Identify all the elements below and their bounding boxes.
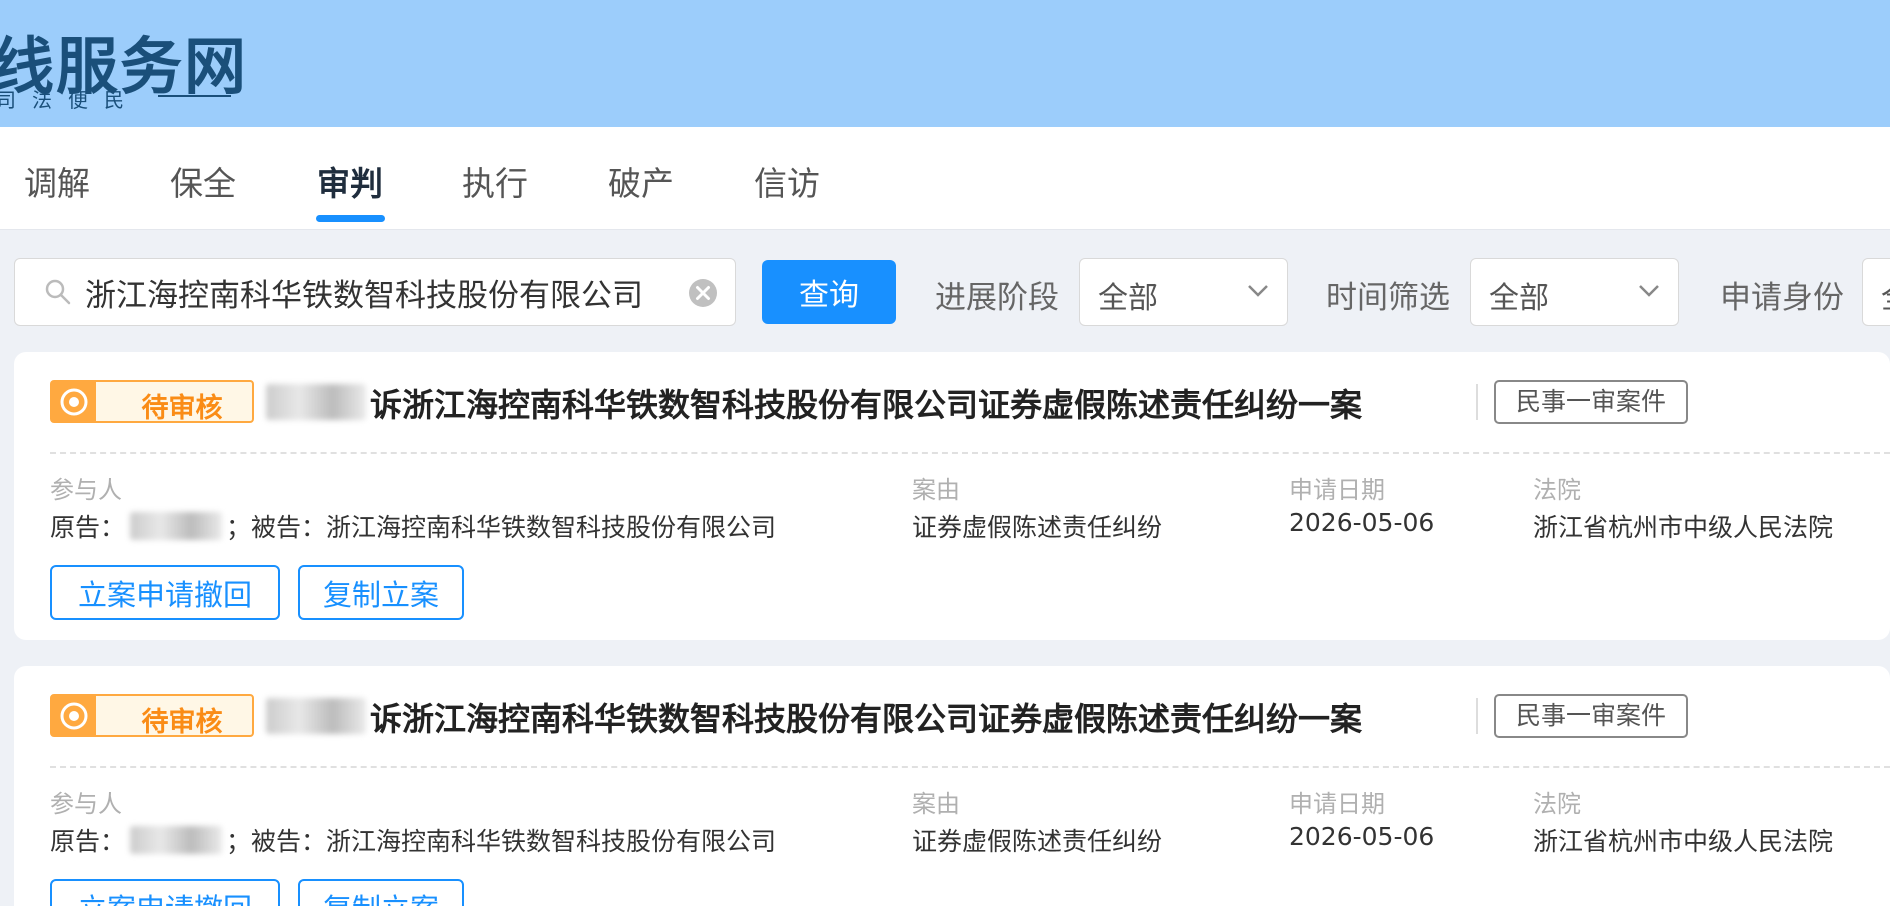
clear-icon[interactable] bbox=[687, 277, 719, 309]
filter-bar: 查询 进展阶段 全部 时间筛选 全部 申请身份 全 bbox=[0, 230, 1890, 340]
tab-preservation[interactable]: 保全 bbox=[170, 157, 236, 205]
logo-divider bbox=[158, 95, 231, 97]
search-input[interactable] bbox=[85, 267, 675, 317]
case-type-tag: 民事一审案件 bbox=[1494, 380, 1688, 424]
tab-mediation[interactable]: 调解 bbox=[24, 157, 90, 205]
date-value: 2026-05-06 bbox=[1289, 508, 1435, 537]
site-header: 线服务网 司法便民 bbox=[0, 0, 1890, 127]
copy-filing-button[interactable]: 复制立案 bbox=[298, 565, 464, 620]
participants-label: 参与人 bbox=[50, 790, 122, 818]
status-icon bbox=[52, 382, 96, 421]
time-filter-select-value: 全部 bbox=[1489, 281, 1549, 316]
participants-value: ；被告：浙江海控南科华铁数智科技股份有限公司 bbox=[226, 827, 777, 856]
status-icon bbox=[52, 696, 96, 735]
status-text: 待审核 bbox=[141, 707, 223, 738]
chevron-down-icon bbox=[1639, 285, 1659, 297]
case-title[interactable]: 诉浙江海控南科华铁数智科技股份有限公司证券虚假陈述责任纠纷一案 bbox=[370, 694, 1362, 740]
status-badge: 待审核 bbox=[50, 694, 254, 738]
title-divider bbox=[1476, 384, 1478, 420]
status-badge: 待审核 bbox=[50, 380, 254, 424]
date-label: 申请日期 bbox=[1289, 476, 1385, 504]
court-value: 浙江省杭州市中级人民法院 bbox=[1533, 827, 1834, 856]
card-divider bbox=[50, 766, 1890, 768]
cause-label: 案由 bbox=[912, 790, 960, 818]
cause-value: 证券虚假陈述责任纠纷 bbox=[912, 827, 1163, 856]
title-divider bbox=[1476, 698, 1478, 734]
participants-value: ；被告：浙江海控南科华铁数智科技股份有限公司 bbox=[226, 513, 777, 542]
time-filter-select[interactable]: 全部 bbox=[1470, 258, 1679, 326]
card-divider bbox=[50, 452, 1890, 454]
cause-value: 证券虚假陈述责任纠纷 bbox=[912, 513, 1163, 542]
site-logo-subtitle: 司法便民 bbox=[0, 88, 140, 112]
cause-label: 案由 bbox=[912, 476, 960, 504]
case-type-tag: 民事一审案件 bbox=[1494, 694, 1688, 738]
redacted-plaintiff bbox=[130, 826, 222, 854]
withdraw-application-button[interactable]: 立案申请撤回 bbox=[50, 879, 280, 906]
date-value: 2026-05-06 bbox=[1289, 822, 1435, 851]
stage-select-value: 全部 bbox=[1098, 281, 1158, 316]
chevron-down-icon bbox=[1248, 285, 1268, 297]
case-card: 待审核 诉浙江海控南科华铁数智科技股份有限公司证券虚假陈述责任纠纷一案 民事一审… bbox=[14, 666, 1890, 906]
case-title[interactable]: 诉浙江海控南科华铁数智科技股份有限公司证券虚假陈述责任纠纷一案 bbox=[370, 380, 1362, 426]
redacted-name bbox=[266, 698, 366, 734]
identity-label: 申请身份 bbox=[1720, 280, 1844, 316]
tab-bankruptcy[interactable]: 破产 bbox=[608, 157, 674, 205]
query-button[interactable]: 查询 bbox=[762, 260, 896, 324]
identity-select[interactable]: 全 bbox=[1862, 258, 1890, 326]
search-icon bbox=[45, 279, 71, 305]
plaintiff-prefix: 原告： bbox=[50, 513, 126, 542]
date-label: 申请日期 bbox=[1289, 790, 1385, 818]
withdraw-application-button[interactable]: 立案申请撤回 bbox=[50, 565, 280, 620]
tab-petition[interactable]: 信访 bbox=[754, 157, 820, 205]
court-value: 浙江省杭州市中级人民法院 bbox=[1533, 513, 1834, 542]
time-filter-label: 时间筛选 bbox=[1326, 280, 1450, 316]
participants-label: 参与人 bbox=[50, 476, 122, 504]
search-box bbox=[14, 258, 736, 326]
stage-select[interactable]: 全部 bbox=[1079, 258, 1288, 326]
active-tab-indicator bbox=[316, 215, 385, 222]
copy-filing-button[interactable]: 复制立案 bbox=[298, 879, 464, 906]
case-card: 待审核 诉浙江海控南科华铁数智科技股份有限公司证券虚假陈述责任纠纷一案 民事一审… bbox=[14, 352, 1890, 640]
plaintiff-prefix: 原告： bbox=[50, 827, 126, 856]
redacted-plaintiff bbox=[130, 512, 222, 540]
tab-trial[interactable]: 审判 bbox=[317, 157, 383, 205]
status-text: 待审核 bbox=[141, 393, 223, 424]
redacted-name bbox=[266, 384, 366, 420]
category-tabs: 调解 保全 审判 执行 破产 信访 bbox=[0, 127, 1890, 230]
identity-select-value: 全 bbox=[1881, 273, 1890, 317]
stage-label: 进展阶段 bbox=[935, 280, 1059, 316]
tab-execution[interactable]: 执行 bbox=[462, 157, 528, 205]
court-label: 法院 bbox=[1533, 790, 1581, 818]
court-label: 法院 bbox=[1533, 476, 1581, 504]
